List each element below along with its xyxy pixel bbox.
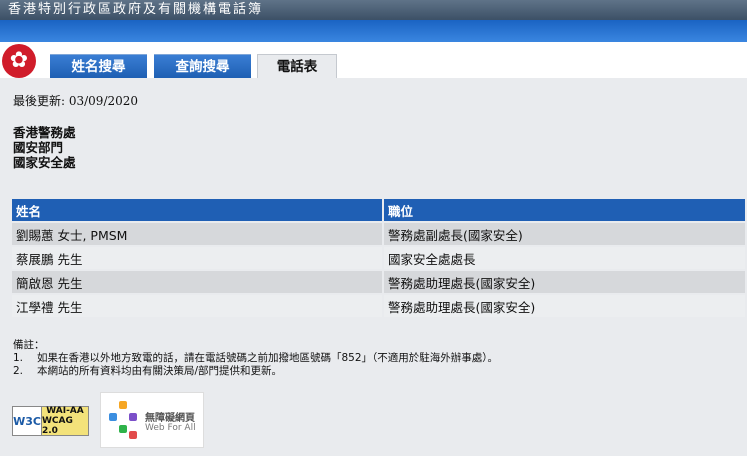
note-text: 如果在香港以外地方致電的話，請在電話號碼之前加撥地區號碼「852」（不適用於駐海… [37,352,499,364]
department-level-3: 國家安全處 [13,155,76,170]
staff-name[interactable]: 簡啟恩 先生 [12,269,384,293]
notes-title: 備註： [13,339,45,351]
header-name: 姓名 [12,199,384,221]
department-breadcrumb: 香港警務處 國安部門 國家安全處 [13,125,76,170]
last-updated: 最後更新: 03/09/2020 [13,94,139,108]
staff-post: 警務處助理處長(國家安全) [384,269,747,293]
web-for-all-title: 無障礙網頁 [145,413,195,424]
note-number: 2. [13,365,24,377]
hksar-emblem-icon[interactable]: ✿ [2,44,36,78]
table-row: 簡啟恩 先生 警務處助理處長(國家安全) [12,269,747,293]
web-for-all-badge[interactable]: 無障礙網頁 Web For All [100,392,204,448]
staff-post: 警務處副處長(國家安全) [384,221,747,245]
header-strip [0,20,747,42]
table-row: 蔡展鵬 先生 國家安全處處長 [12,245,747,269]
staff-table: 姓名 職位 劉賜蕙 女士, PMSM 警務處副處長(國家安全) 蔡展鵬 先生 國… [12,199,747,317]
staff-post: 警務處助理處長(國家安全) [384,293,747,317]
tab-name-search[interactable]: 姓名搜尋 [50,54,147,78]
tab-telephone-list[interactable]: 電話表 [257,54,337,78]
wai-aa-label: WAI-AA WCAG 2.0 [42,406,88,436]
staff-name[interactable]: 江學禮 先生 [12,293,384,317]
site-title: 香港特別行政區政府及有關機構電話簿 [8,2,264,17]
note-item: 2. 本網站的所有資料均由有關決策局/部門提供和更新。 [13,365,498,378]
wai-aa-text: WAI-AA [46,406,84,416]
wcag-version-text: WCAG 2.0 [42,416,73,436]
department-level-1[interactable]: 香港警務處 [13,125,76,140]
table-header-row: 姓名 職位 [12,199,747,221]
notes-section: 備註： 1. 如果在香港以外地方致電的話，請在電話號碼之前加撥地區號碼「852」… [13,339,498,378]
tab-enquiry-search[interactable]: 查詢搜尋 [154,54,251,78]
table-row: 江學禮 先生 警務處助理處長(國家安全) [12,293,747,317]
department-level-2[interactable]: 國安部門 [13,140,76,155]
w3c-wcag-badge[interactable]: W3C WAI-AA WCAG 2.0 [12,406,89,436]
staff-post: 國家安全處處長 [384,245,747,269]
staff-name[interactable]: 蔡展鵬 先生 [12,245,384,269]
note-text: 本網站的所有資料均由有關決策局/部門提供和更新。 [37,365,283,377]
header-post: 職位 [384,199,747,221]
note-item: 1. 如果在香港以外地方致電的話，請在電話號碼之前加撥地區號碼「852」（不適用… [13,352,498,365]
note-number: 1. [13,352,24,364]
site-title-bar: 香港特別行政區政府及有關機構電話簿 [0,0,747,20]
staff-name[interactable]: 劉賜蕙 女士, PMSM [12,221,384,245]
web-for-all-icon [109,401,139,441]
w3c-logo-icon: W3C [13,407,42,435]
web-for-all-subtitle: Web For All [145,423,196,433]
table-row: 劉賜蕙 女士, PMSM 警務處副處長(國家安全) [12,221,747,245]
